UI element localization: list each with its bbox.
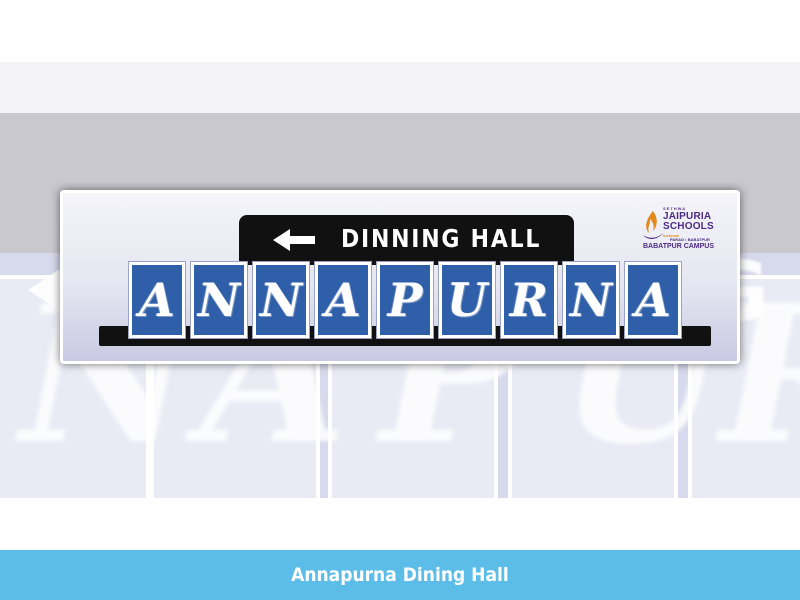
caption-bar: Annapurna Dining Hall xyxy=(0,550,800,600)
letter-tile: N xyxy=(563,262,619,338)
tile-letter: U xyxy=(446,273,488,327)
tile-letter: N xyxy=(197,273,241,327)
sign-header: DINNING HALL xyxy=(239,215,574,265)
background-band xyxy=(0,62,800,114)
tile-letter: A xyxy=(635,273,671,327)
school-logo: SETHWA JAIPURIA SCHOOLS lucknow PARAG • … xyxy=(639,203,725,255)
letter-tile: A xyxy=(129,262,185,338)
letter-tile: U xyxy=(439,262,495,338)
letter-tile: N xyxy=(191,262,247,338)
tile-letter: N xyxy=(569,273,613,327)
logo-name-line2: SCHOOLS xyxy=(663,221,714,232)
tile-letter: R xyxy=(509,273,549,327)
letter-tile: A xyxy=(315,262,371,338)
tile-letter: N xyxy=(259,273,303,327)
letter-tile: P xyxy=(377,262,433,338)
dining-hall-sign: DINNING HALL A N N A P U R N A SETHWA JA… xyxy=(60,190,740,364)
arrow-left-icon xyxy=(273,229,315,251)
letter-tile: N xyxy=(253,262,309,338)
logo-sub-text: PARAG • BABATPUR xyxy=(670,237,710,242)
tile-letter: A xyxy=(139,273,175,327)
letter-tile: R xyxy=(501,262,557,338)
sign-title: DINNING HALL xyxy=(341,224,542,253)
flame-logo-icon xyxy=(643,211,663,239)
letter-tile: A xyxy=(625,262,681,338)
tile-letter: P xyxy=(387,273,423,327)
tile-letter: A xyxy=(325,273,361,327)
logo-campus: BABATPUR CAMPUS xyxy=(643,243,715,250)
caption-text: Annapurna Dining Hall xyxy=(291,564,509,586)
